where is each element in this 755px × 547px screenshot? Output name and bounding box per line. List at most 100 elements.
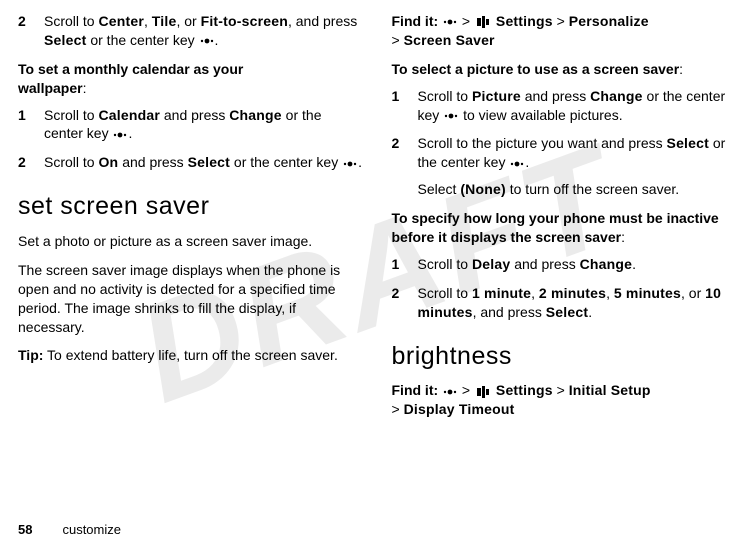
- text: , or: [681, 285, 705, 301]
- step-body: Scroll to Center, Tile, or Fit-to-screen…: [44, 12, 364, 50]
- find-it-label: Find it:: [392, 382, 439, 398]
- text: .: [358, 154, 362, 170]
- text: to turn off the screen saver.: [506, 181, 679, 197]
- step-r2: 2 Scroll to the picture you want and pre…: [392, 134, 738, 199]
- text: ,: [144, 13, 152, 29]
- text: Scroll to: [418, 285, 472, 301]
- step-body: Scroll to Picture and press Change or th…: [418, 87, 738, 125]
- text: wallpaper: [18, 80, 83, 96]
- text: To specify how long your phone must be i…: [392, 210, 719, 245]
- tip-label: Tip:: [18, 347, 43, 363]
- text: Select: [418, 181, 461, 197]
- step-number: 1: [392, 87, 418, 125]
- step-2b: 2 Scroll to On and press Select or the c…: [18, 153, 364, 172]
- gt: >: [553, 382, 569, 398]
- paragraph: The screen saver image displays when the…: [18, 261, 364, 337]
- text: Scroll to: [44, 107, 98, 123]
- path-screen-saver: Screen Saver: [404, 32, 495, 48]
- text: ,: [606, 285, 614, 301]
- option-calendar: Calendar: [98, 107, 160, 123]
- text: , and press: [473, 304, 546, 320]
- text: :: [621, 229, 625, 245]
- center-key-icon: [510, 159, 524, 169]
- sub-paragraph: Select (None) to turn off the screen sav…: [418, 180, 738, 199]
- find-it-path: Find it: > Settings > Personalize > Scre…: [392, 12, 738, 50]
- page-number: 58: [18, 521, 32, 539]
- tip-text: To extend battery life, turn off the scr…: [43, 347, 337, 363]
- text: .: [215, 32, 219, 48]
- step-number: 1: [392, 255, 418, 274]
- text: Scroll to: [418, 256, 472, 272]
- lead-delay: To specify how long your phone must be i…: [392, 209, 738, 247]
- center-key-icon: [444, 111, 458, 121]
- lead-wallpaper: To set a monthly calendar as your wallpa…: [18, 60, 364, 98]
- option-change: Change: [229, 107, 282, 123]
- option-fit: Fit-to-screen: [201, 13, 288, 29]
- find-it-path-2: Find it: > Settings > Initial Setup > Di…: [392, 381, 738, 419]
- step-number: 1: [18, 106, 44, 144]
- text: and press: [521, 88, 590, 104]
- text: Scroll to: [418, 88, 472, 104]
- gt: >: [553, 13, 569, 29]
- text: Scroll to the picture you want and press: [418, 135, 667, 151]
- text: :: [679, 61, 683, 77]
- step-d1: 1 Scroll to Delay and press Change.: [392, 255, 738, 274]
- option-5min: 5 minutes: [614, 285, 681, 301]
- step-layout-2: 2 Scroll to Center, Tile, or Fit-to-scre…: [18, 12, 364, 50]
- step-number: 2: [392, 134, 418, 199]
- text: .: [525, 154, 529, 170]
- heading-brightness: brightness: [392, 340, 738, 374]
- right-column: Find it: > Settings > Personalize > Scre…: [392, 12, 738, 508]
- option-select: Select: [188, 154, 230, 170]
- path-personalize: Personalize: [569, 13, 649, 29]
- text: or the center key: [230, 154, 342, 170]
- text: .: [632, 256, 636, 272]
- option-delay: Delay: [472, 256, 510, 272]
- step-number: 2: [18, 153, 44, 172]
- option-on: On: [98, 154, 118, 170]
- step-body: Scroll to Calendar and press Change or t…: [44, 106, 364, 144]
- step-number: 2: [18, 12, 44, 50]
- gt: >: [458, 382, 474, 398]
- option-select: Select: [44, 32, 86, 48]
- option-change: Change: [590, 88, 643, 104]
- text: and press: [118, 154, 187, 170]
- footer-section: customize: [62, 521, 121, 539]
- step-body: Scroll to the picture you want and press…: [418, 134, 738, 199]
- text: Scroll to: [44, 154, 98, 170]
- option-1min: 1 minute: [472, 285, 531, 301]
- step-body: Scroll to On and press Select or the cen…: [44, 153, 364, 172]
- lead-select-picture: To select a picture to use as a screen s…: [392, 60, 738, 79]
- option-tile: Tile: [152, 13, 177, 29]
- text: To select a picture to use as a screen s…: [392, 61, 680, 77]
- option-select: Select: [667, 135, 709, 151]
- text: .: [588, 304, 592, 320]
- center-key-icon: [200, 36, 214, 46]
- find-it-label: Find it:: [392, 13, 439, 29]
- option-select: Select: [546, 304, 588, 320]
- path-settings: Settings: [496, 13, 553, 29]
- path-display-timeout: Display Timeout: [404, 401, 515, 417]
- step-number: 2: [392, 284, 418, 322]
- text: Scroll to: [44, 13, 98, 29]
- step-1: 1 Scroll to Calendar and press Change or…: [18, 106, 364, 144]
- tip-paragraph: Tip: To extend battery life, turn off th…: [18, 346, 364, 365]
- center-key-icon: [443, 387, 457, 397]
- step-body: Scroll to 1 minute, 2 minutes, 5 minutes…: [418, 284, 738, 322]
- text: to view available pictures.: [459, 107, 622, 123]
- gt: >: [392, 401, 404, 417]
- path-settings: Settings: [496, 382, 553, 398]
- page-footer: 58 customize: [18, 521, 121, 539]
- tools-icon: [476, 386, 490, 398]
- text: , and press: [288, 13, 357, 29]
- option-picture: Picture: [472, 88, 521, 104]
- left-column: 2 Scroll to Center, Tile, or Fit-to-scre…: [18, 12, 364, 508]
- content-columns: 2 Scroll to Center, Tile, or Fit-to-scre…: [0, 0, 755, 516]
- tools-icon: [476, 16, 490, 28]
- text: or the center key: [86, 32, 198, 48]
- text: :: [83, 80, 87, 96]
- option-center: Center: [98, 13, 144, 29]
- center-key-icon: [343, 159, 357, 169]
- text: ,: [531, 285, 539, 301]
- option-2min: 2 minutes: [539, 285, 606, 301]
